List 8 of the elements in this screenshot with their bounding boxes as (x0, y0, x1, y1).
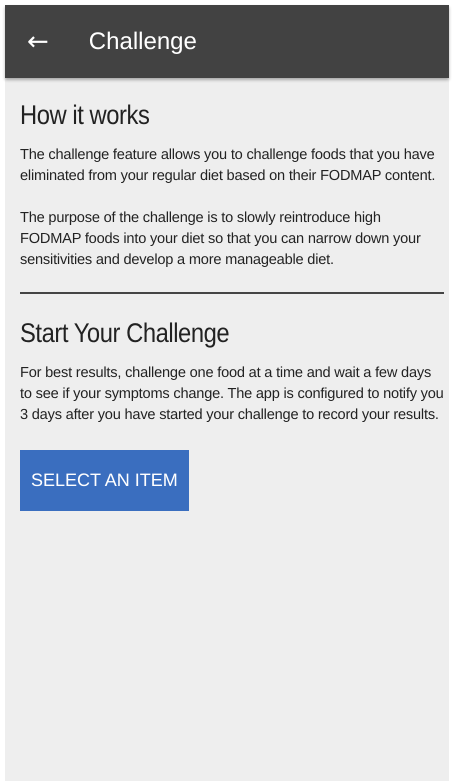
section-heading: How it works (20, 100, 150, 131)
body-paragraph: The challenge feature allows you to challenge foods that you have eliminated from your regular diet based on their FODMAP content. (20, 146, 436, 186)
body-paragraph: The purpose of the challenge is to slowly reintroduce high FODMAP foods into your diet so that you can narrow down your sensitivities and develop a more manageable diet. (20, 209, 422, 270)
section-heading: Start Your Challenge (20, 318, 230, 349)
body-paragraph: For best results, challenge one food at a time and wait a few days to see if your symptoms change. The app is configured to notify you 3 days after you have started your challenge to record your results. (20, 364, 444, 425)
screen-title: Challenge (88, 28, 197, 56)
select-item-button[interactable]: SELECT AN ITEM (20, 450, 189, 511)
back-button[interactable]: ← (27, 28, 49, 54)
